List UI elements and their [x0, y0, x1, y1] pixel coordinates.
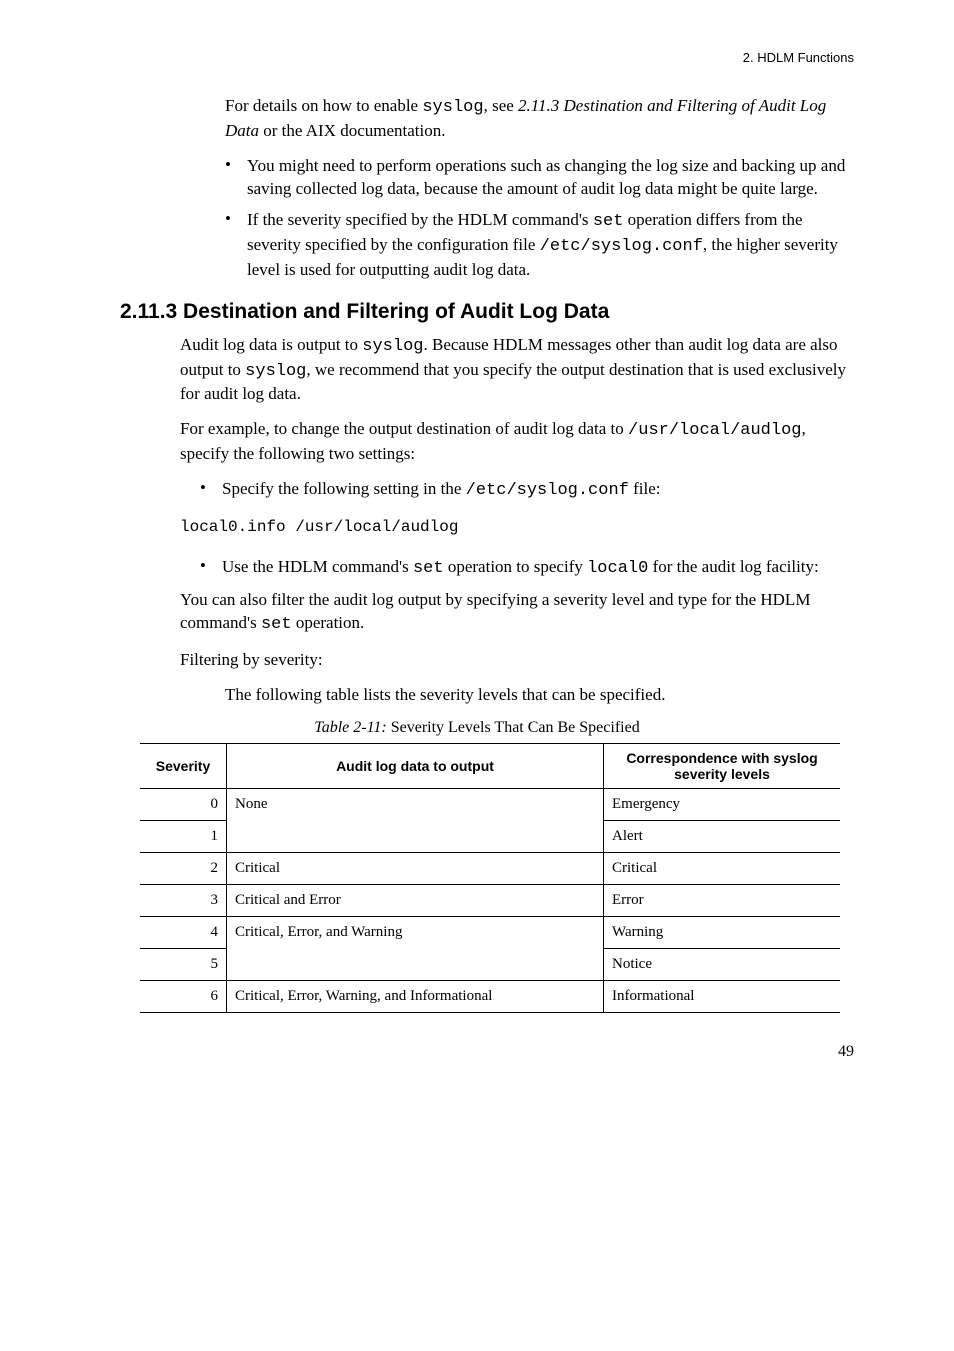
- cell-correspondence: Emergency: [604, 788, 841, 820]
- bullet-text: Specify the following setting in the /et…: [222, 478, 854, 503]
- paragraph: Filtering by severity:: [180, 649, 854, 672]
- severity-table: Severity Audit log data to output Corres…: [140, 743, 840, 1013]
- text-run: or the AIX documentation.: [259, 121, 446, 140]
- bullet-marker: •: [200, 478, 222, 503]
- cell-correspondence: Informational: [604, 980, 841, 1012]
- inline-code: set: [261, 615, 292, 634]
- table-row: 3 Critical and Error Error: [140, 884, 840, 916]
- caption-text: Severity Levels That Can Be Specified: [391, 719, 640, 736]
- caption-label: Table 2-11:: [314, 719, 390, 736]
- section-heading: 2.11.3 Destination and Filtering of Audi…: [120, 300, 854, 324]
- table-row: 4 Critical, Error, and Warning Warning: [140, 916, 840, 948]
- cell-severity: 6: [140, 980, 227, 1012]
- page-number: 49: [100, 1043, 854, 1061]
- text-run: file:: [629, 479, 661, 498]
- inline-code: syslog: [245, 362, 306, 381]
- cell-output: [227, 820, 604, 852]
- table-header-severity: Severity: [140, 743, 227, 788]
- cell-output: None: [227, 788, 604, 820]
- cell-output: Critical and Error: [227, 884, 604, 916]
- cell-correspondence: Critical: [604, 852, 841, 884]
- cell-severity: 1: [140, 820, 227, 852]
- bullet-item: • Use the HDLM command's set operation t…: [200, 556, 854, 581]
- cell-correspondence: Alert: [604, 820, 841, 852]
- cell-output: [227, 948, 604, 980]
- inline-code: syslog: [362, 337, 423, 356]
- table-header-correspondence: Correspondence with syslog severity leve…: [604, 743, 841, 788]
- table-header-output: Audit log data to output: [227, 743, 604, 788]
- cell-severity: 0: [140, 788, 227, 820]
- cell-severity: 3: [140, 884, 227, 916]
- text-run: Specify the following setting in the: [222, 479, 466, 498]
- cell-output: Critical, Error, and Warning: [227, 916, 604, 948]
- cell-severity: 4: [140, 916, 227, 948]
- table-row: 2 Critical Critical: [140, 852, 840, 884]
- cell-output: Critical, Error, Warning, and Informatio…: [227, 980, 604, 1012]
- inline-code: /usr/local/audlog: [628, 421, 801, 440]
- bullet-item: • If the severity specified by the HDLM …: [225, 209, 854, 282]
- paragraph: The following table lists the severity l…: [225, 684, 854, 707]
- table-row: 0 None Emergency: [140, 788, 840, 820]
- inline-code: /etc/syslog.conf: [466, 481, 629, 500]
- cell-output: Critical: [227, 852, 604, 884]
- text-run: Use the HDLM command's: [222, 557, 413, 576]
- table-header-row: Severity Audit log data to output Corres…: [140, 743, 840, 788]
- bullet-list: • You might need to perform operations s…: [225, 155, 854, 282]
- table-row: 5 Notice: [140, 948, 840, 980]
- bullet-marker: •: [225, 209, 247, 282]
- cell-correspondence: Error: [604, 884, 841, 916]
- paragraph: Audit log data is output to syslog. Beca…: [180, 334, 854, 407]
- inline-code: syslog: [422, 98, 483, 117]
- text-run: If the severity specified by the HDLM co…: [247, 210, 593, 229]
- inline-code: local0: [587, 559, 648, 578]
- text-run: for the audit log facility:: [648, 557, 818, 576]
- text-run: operation to specify: [444, 557, 588, 576]
- cell-severity: 5: [140, 948, 227, 980]
- table-row: 1 Alert: [140, 820, 840, 852]
- text-run: For details on how to enable: [225, 96, 422, 115]
- bullet-marker: •: [225, 155, 247, 201]
- inline-code: set: [413, 559, 444, 578]
- inline-code: set: [593, 212, 624, 231]
- paragraph: You can also filter the audit log output…: [180, 589, 854, 637]
- bullet-item: • You might need to perform operations s…: [225, 155, 854, 201]
- bullet-text: If the severity specified by the HDLM co…: [247, 209, 854, 282]
- text-run: operation.: [292, 613, 365, 632]
- text-run: , see: [484, 96, 518, 115]
- code-block: local0.info /usr/local/audlog: [180, 518, 854, 536]
- inline-code: /etc/syslog.conf: [540, 237, 703, 256]
- table-row: 6 Critical, Error, Warning, and Informat…: [140, 980, 840, 1012]
- paragraph: For example, to change the output destin…: [180, 418, 854, 466]
- text-run: Audit log data is output to: [180, 335, 362, 354]
- bullet-marker: •: [200, 556, 222, 581]
- cell-correspondence: Warning: [604, 916, 841, 948]
- page-header: 2. HDLM Functions: [100, 50, 854, 65]
- bullet-text: You might need to perform operations suc…: [247, 155, 854, 201]
- cell-severity: 2: [140, 852, 227, 884]
- bullet-list: • Specify the following setting in the /…: [200, 478, 854, 503]
- document-page: 2. HDLM Functions For details on how to …: [0, 0, 954, 1111]
- table-caption: Table 2-11: Severity Levels That Can Be …: [100, 719, 854, 737]
- cell-correspondence: Notice: [604, 948, 841, 980]
- text-run: For example, to change the output destin…: [180, 419, 628, 438]
- bullet-list: • Use the HDLM command's set operation t…: [200, 556, 854, 581]
- continuation-paragraph: For details on how to enable syslog, see…: [225, 95, 854, 143]
- bullet-text: Use the HDLM command's set operation to …: [222, 556, 854, 581]
- bullet-item: • Specify the following setting in the /…: [200, 478, 854, 503]
